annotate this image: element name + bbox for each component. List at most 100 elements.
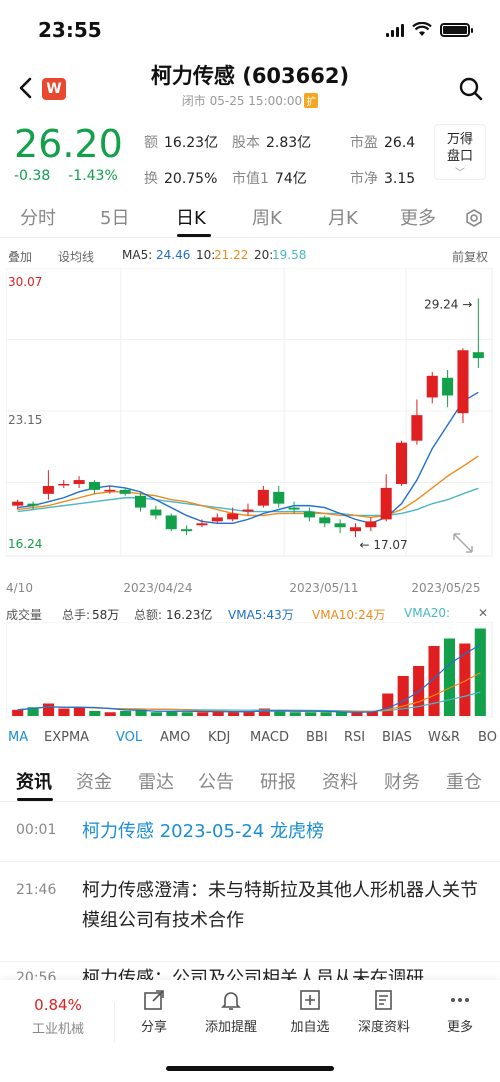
candle-body — [196, 523, 208, 526]
add-alert-button[interactable]: 添加提醒 — [196, 988, 266, 1035]
candle-body — [12, 501, 24, 506]
candle-body — [88, 482, 100, 490]
add-watchlist-button[interactable]: 加自选 — [282, 988, 338, 1035]
wande-orderbook-button[interactable]: 万得 盘口 ﹀ — [434, 124, 486, 180]
adjust-toggle[interactable]: 前复权 — [452, 248, 488, 265]
stock-title: 柯力传感 (603662) — [150, 64, 350, 88]
candle-body — [73, 480, 85, 484]
volume-bar — [73, 707, 85, 716]
candle-body — [134, 495, 147, 508]
vma20-line — [17, 691, 481, 712]
news-item[interactable]: 21:46 柯力传感澄清：未与特斯拉及其他人形机器人关节模组公司有技术合作 — [0, 862, 500, 962]
tab-radar[interactable]: 雷达 — [138, 768, 174, 794]
candle-body — [42, 485, 54, 494]
vma5-line — [17, 643, 481, 713]
y-min-label: 16.24 — [8, 537, 42, 551]
ma20-label: 20: — [254, 248, 274, 262]
volume-chart[interactable] — [6, 622, 494, 718]
ind-vol[interactable]: VOL — [116, 730, 142, 745]
tab-profile[interactable]: 资料 — [322, 768, 358, 794]
stat-pb: 市净 3.15 — [350, 171, 416, 187]
candle-body — [58, 483, 70, 486]
news-item[interactable]: 00:01 柯力传感 2023-05-24 龙虎榜 — [0, 804, 500, 862]
chevron-down-icon: ﹀ — [455, 168, 465, 179]
volume-amount-label: 总额: — [134, 608, 163, 622]
ind-macd[interactable]: MACD — [250, 730, 289, 745]
add-watchlist-label: 加自选 — [290, 1020, 330, 1035]
more-button[interactable]: 更多 — [438, 988, 482, 1035]
candle-body — [257, 489, 269, 506]
volume-bar — [335, 712, 348, 716]
y-mid-label: 23.15 — [8, 413, 42, 427]
volume-bar — [150, 712, 163, 716]
tab-news[interactable]: 资讯 — [16, 768, 52, 794]
ind-expma[interactable]: EXPMA — [44, 730, 89, 745]
divider — [114, 1002, 115, 1042]
ind-bias[interactable]: BIAS — [382, 730, 412, 745]
low-annotation: ← 17.07 — [359, 538, 407, 552]
sector-pct: 0.84% — [34, 996, 82, 1014]
share-button[interactable]: 分享 — [128, 988, 180, 1035]
ind-amo[interactable]: AMO — [160, 730, 190, 745]
tab-daily-k[interactable]: 日K — [176, 204, 206, 230]
tab-intraday[interactable]: 分时 — [20, 204, 56, 230]
ind-bbi[interactable]: BBI — [306, 730, 328, 745]
candle-body — [242, 509, 254, 512]
volume-title: 成交量 — [6, 608, 43, 622]
market-status-text: 闭市 05-25 15:00:00 — [181, 94, 303, 108]
tab-more[interactable]: 更多 — [400, 204, 436, 230]
stat-pe: 市盈 26.4 — [350, 135, 416, 151]
candle-body — [288, 507, 300, 510]
news-title[interactable]: 柯力传感澄清：未与特斯拉及其他人形机器人关节模组公司有技术合作 — [82, 876, 482, 936]
expand-icon[interactable] — [453, 533, 473, 553]
news-title[interactable]: 柯力传感 2023-05-24 龙虎榜 — [82, 817, 482, 847]
close-icon[interactable]: ✕ — [478, 606, 488, 620]
y-max-label: 30.07 — [8, 275, 42, 289]
tab-monthly-k[interactable]: 月K — [328, 204, 358, 230]
overlay-button[interactable]: 叠加 — [8, 248, 32, 265]
more-label: 更多 — [446, 1020, 473, 1035]
tab-reports[interactable]: 研报 — [260, 768, 296, 794]
tab-holdings[interactable]: 重仓 — [446, 768, 482, 794]
add-alert-label: 添加提醒 — [204, 1020, 257, 1035]
candle-body — [211, 517, 223, 522]
vma10-line — [17, 672, 481, 713]
more-icon — [451, 998, 469, 1002]
search-icon[interactable] — [458, 76, 484, 102]
candle-body — [442, 377, 454, 396]
candlestick-chart[interactable]: 30.07 23.15 16.24 29.24 → ← 17.07 4/10 2023/04… — [6, 268, 494, 598]
stat-amount: 额 16.23亿 — [144, 135, 219, 151]
volume-hand-label: 总手: — [62, 608, 91, 622]
volume-bar — [397, 676, 409, 716]
tab-announcements[interactable]: 公告 — [198, 768, 234, 794]
candle-body — [165, 515, 177, 530]
ind-ma[interactable]: MA — [8, 730, 28, 745]
ind-rsi[interactable]: RSI — [344, 730, 365, 745]
bell-icon — [221, 992, 241, 1010]
deep-data-button[interactable]: 深度资料 — [352, 988, 416, 1035]
sector-name: 工业机械 — [31, 1022, 84, 1037]
battery-icon — [440, 22, 473, 37]
volume-hand: 58万 — [92, 608, 120, 622]
last-price: 26.20 — [14, 122, 123, 166]
sector-button[interactable]: 0.84% 工业机械 — [22, 996, 94, 1037]
tab-funds[interactable]: 资金 — [76, 768, 112, 794]
tab-finance[interactable]: 财务 — [384, 768, 420, 794]
ind-wr[interactable]: W&R — [428, 730, 460, 745]
extended-badge[interactable]: 扩 — [304, 93, 319, 108]
ind-kdj[interactable]: KDJ — [208, 730, 230, 745]
tab-weekly-k[interactable]: 周K — [252, 204, 282, 230]
indicator-tabs: MA EXPMA VOL AMO KDJ MACD BBI RSI BIAS W… — [0, 728, 500, 752]
candle-body — [426, 375, 438, 398]
x-label: 2023/05/25 — [411, 581, 480, 595]
ind-bo[interactable]: BO — [478, 730, 497, 745]
volume-bar — [320, 712, 332, 716]
set-ma-button[interactable]: 设均线 — [58, 248, 94, 265]
settings-icon[interactable] — [464, 208, 484, 228]
tab-5day[interactable]: 5日 — [100, 204, 129, 230]
candle-body — [457, 350, 469, 414]
candle-body — [104, 489, 116, 492]
status-time: 23:55 — [38, 18, 102, 42]
candle-body — [27, 503, 39, 506]
volume-bar — [305, 712, 317, 716]
